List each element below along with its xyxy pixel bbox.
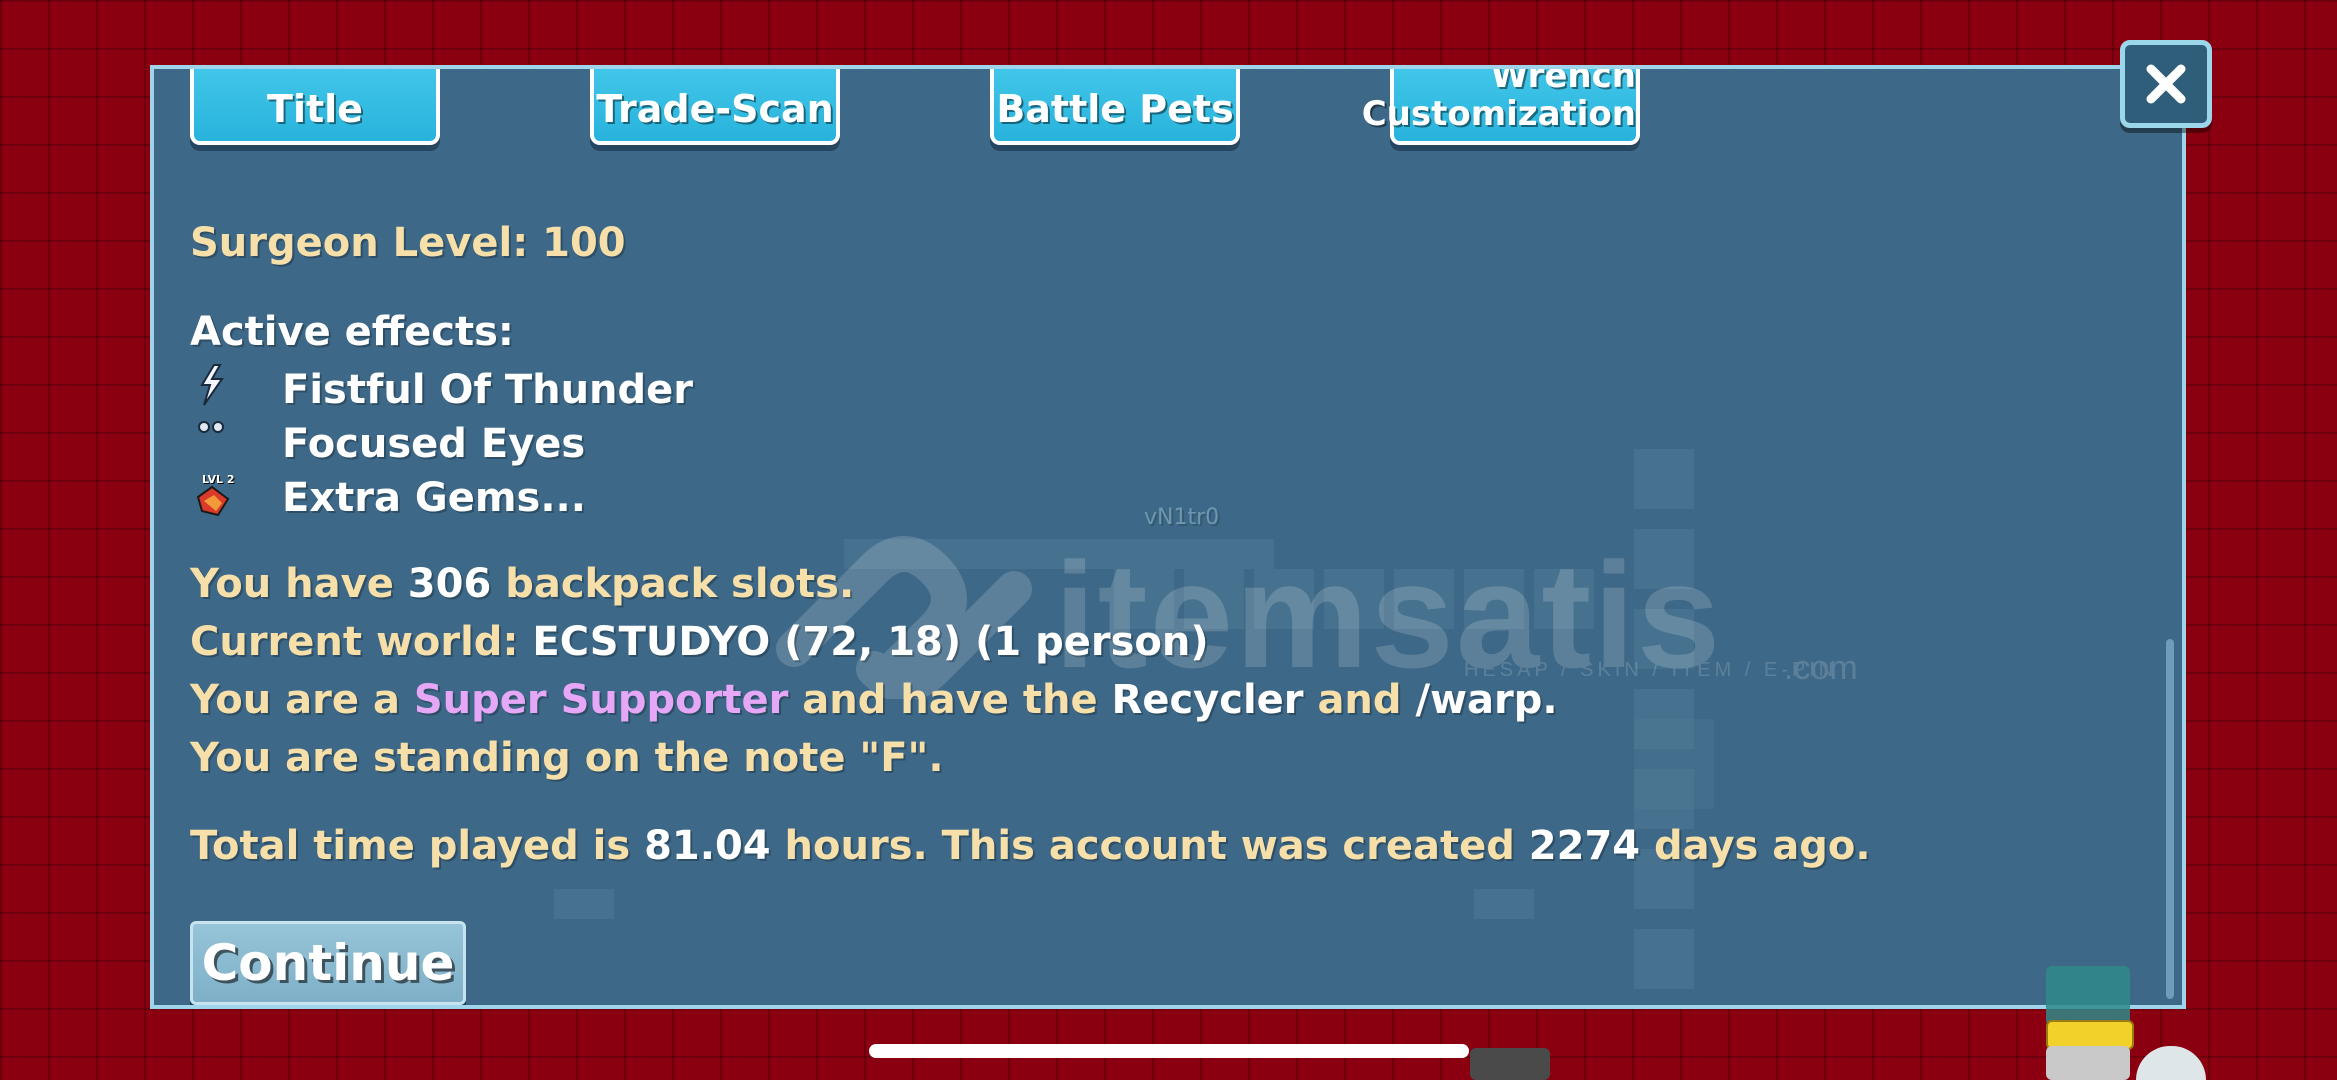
days-post: days ago. (1640, 823, 1871, 869)
effect-name: Fistful Of Thunder (282, 367, 694, 413)
backpack-line: You have 306 backpack slots. (190, 561, 854, 607)
scene-block (1394, 569, 1454, 629)
world-pre: Current world: (190, 619, 533, 665)
tab-trade-scan[interactable]: Trade-Scan (590, 69, 840, 145)
time-mid: hours. This account was created (770, 823, 1529, 869)
supporter-end: . (1542, 677, 1558, 723)
scene-block (1464, 569, 1524, 629)
scene-block (1324, 569, 1384, 629)
supporter-rank: Super Supporter (413, 677, 789, 723)
player-nametag: vN1tr0 (1144, 505, 1220, 530)
scene-block (554, 889, 614, 919)
backpack-count: 306 (407, 561, 492, 607)
pedestal-icon (2046, 1046, 2130, 1080)
tab-title[interactable]: Title (190, 69, 440, 145)
tab-wrench-customization[interactable]: Wrench Customization (1362, 65, 1640, 145)
time-pre: Total time played is (190, 823, 645, 869)
tab-trade-scan-label: Trade-Scan (596, 87, 834, 131)
scene-block (1254, 569, 1314, 629)
scene-platform (844, 539, 1274, 569)
lightning-icon (200, 364, 224, 406)
watermark-domain: .com (1784, 649, 1858, 687)
scene-block (1634, 449, 1694, 509)
supporter-recycler: Recycler (1111, 677, 1304, 723)
tab-wrench-label-line2: Customization (1361, 94, 1636, 134)
supporter-and: and (1303, 677, 1416, 723)
active-effects-heading: Active effects: (190, 309, 514, 355)
supporter-mid: and have the (788, 677, 1112, 723)
continue-button[interactable]: Continue (190, 921, 466, 1005)
tab-battle-pets[interactable]: Battle Pets (990, 69, 1240, 145)
home-indicator[interactable] (869, 1044, 1469, 1058)
scene-block (1634, 609, 1694, 669)
toolbox-icon (2046, 966, 2130, 1026)
profile-dialog: vN1tr0 itemsatis HESAP / SKIN / ITEM / E… (150, 65, 2186, 1009)
time-value: 81.04 (644, 823, 771, 869)
scrollbar[interactable] (2166, 639, 2174, 999)
close-button[interactable] (2120, 40, 2212, 128)
scene-block (1534, 569, 1594, 629)
scene-pillar (1634, 719, 1714, 809)
effect-level-badge: LVL 2 (202, 473, 235, 486)
supporter-pre: You are a (190, 677, 414, 723)
scene-block (1474, 889, 1534, 919)
supporter-line: You are a Super Supporter and have the R… (190, 677, 1558, 723)
backpack-post: backpack slots. (491, 561, 855, 607)
tab-title-label: Title (267, 87, 363, 131)
scene-block (1634, 929, 1694, 989)
note-line: You are standing on the note "F". (190, 735, 944, 781)
world-line: Current world: ECSTUDYO (72, 18) (1 pers… (190, 619, 1209, 665)
world-value: ECSTUDYO (72, 18) (1 person) (532, 619, 1209, 665)
scene-block (1470, 1048, 1550, 1080)
days-value: 2274 (1528, 823, 1641, 869)
supporter-warp: /warp (1415, 677, 1543, 723)
surgeon-level: Surgeon Level: 100 (190, 220, 626, 266)
effect-name: Focused Eyes (282, 421, 586, 467)
scene-block (1634, 529, 1694, 589)
compass-icon (2136, 1046, 2206, 1080)
close-icon (2146, 64, 2186, 104)
playtime-line: Total time played is 81.04 hours. This a… (190, 823, 1871, 869)
effect-name: Extra Gems... (282, 475, 586, 521)
eyes-icon (198, 421, 224, 433)
backpack-pre: You have (190, 561, 408, 607)
tab-wrench-label-line1: Wrench (1490, 65, 1636, 96)
tab-battle-pets-label: Battle Pets (996, 87, 1234, 131)
